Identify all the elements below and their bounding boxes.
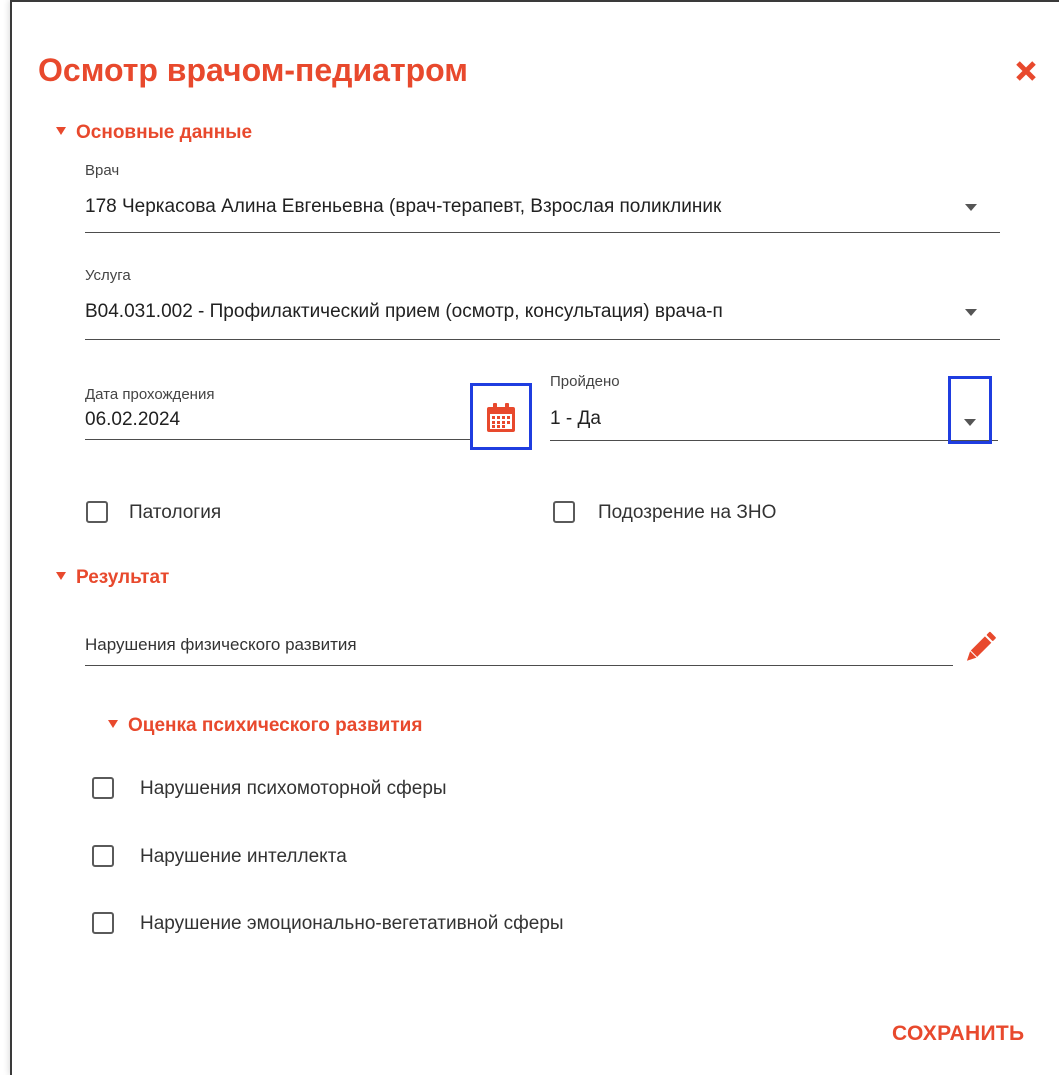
- collapse-triangle-icon: [56, 572, 66, 580]
- physical-development-underline: [85, 665, 953, 666]
- passed-value: 1 - Да: [550, 408, 601, 429]
- chevron-down-icon: [965, 204, 977, 211]
- physical-development-value: Нарушения физического развития: [85, 635, 357, 654]
- intellect-label: Нарушение интеллекта: [140, 846, 347, 867]
- pencil-icon: [966, 631, 996, 661]
- checkbox-box: [92, 845, 114, 867]
- zno-suspicion-label: Подозрение на ЗНО: [598, 502, 777, 523]
- service-label: Услуга: [85, 267, 131, 284]
- section-main-data-title: Основные данные: [76, 122, 253, 143]
- doctor-label: Врач: [85, 162, 120, 179]
- physical-development-field[interactable]: Нарушения физического развития: [85, 622, 955, 672]
- chevron-down-icon: [965, 309, 977, 316]
- dialog-title: Осмотр врачом-педиатром: [38, 52, 468, 88]
- chevron-down-icon: [964, 419, 976, 426]
- collapse-triangle-icon: [56, 127, 66, 135]
- emotional-label: Нарушение эмоционально-вегетативной сфер…: [140, 913, 564, 934]
- calendar-icon: [487, 403, 515, 432]
- section-main-data-toggle[interactable]: Основные данные: [56, 122, 252, 144]
- examination-dialog: Осмотр врачом-педиатром Основные данные …: [10, 0, 1059, 1075]
- save-button[interactable]: СОХРАНИТЬ: [892, 1022, 1024, 1046]
- date-label: Дата прохождения: [85, 386, 215, 403]
- doctor-select[interactable]: Врач 178 Черкасова Алина Евгеньевна (вра…: [85, 162, 1000, 237]
- service-underline: [85, 339, 1000, 340]
- checkbox-box: [92, 912, 114, 934]
- service-value: B04.031.002 - Профилактический прием (ос…: [85, 301, 723, 322]
- section-result-toggle[interactable]: Результат: [56, 567, 169, 589]
- doctor-underline: [85, 232, 1000, 233]
- collapse-triangle-icon: [108, 720, 118, 728]
- checkbox-box: [553, 501, 575, 523]
- service-select[interactable]: Услуга B04.031.002 - Профилактический пр…: [85, 267, 1000, 342]
- checkbox-box: [86, 501, 108, 523]
- passed-label: Пройдено: [550, 373, 620, 390]
- date-underline: [85, 439, 470, 440]
- psychomotor-label: Нарушения психомоторной сферы: [140, 778, 447, 799]
- checkbox-box: [92, 777, 114, 799]
- section-psych-toggle[interactable]: Оценка психического развития: [108, 715, 422, 737]
- pathology-label: Патология: [129, 502, 222, 523]
- close-icon: [1016, 61, 1036, 81]
- date-field[interactable]: Дата прохождения 06.02.2024: [85, 382, 535, 452]
- passed-underline: [550, 440, 998, 441]
- doctor-value: 178 Черкасова Алина Евгеньевна (врач-тер…: [85, 196, 722, 217]
- passed-dropdown-button[interactable]: [948, 376, 992, 444]
- edit-button[interactable]: [960, 627, 1000, 672]
- close-button[interactable]: [1012, 57, 1040, 85]
- date-value: 06.02.2024: [85, 409, 181, 430]
- section-psych-title: Оценка психического развития: [128, 715, 423, 736]
- calendar-button[interactable]: [470, 383, 532, 450]
- passed-select[interactable]: Пройдено 1 - Да: [550, 370, 1000, 450]
- section-result-title: Результат: [76, 567, 170, 588]
